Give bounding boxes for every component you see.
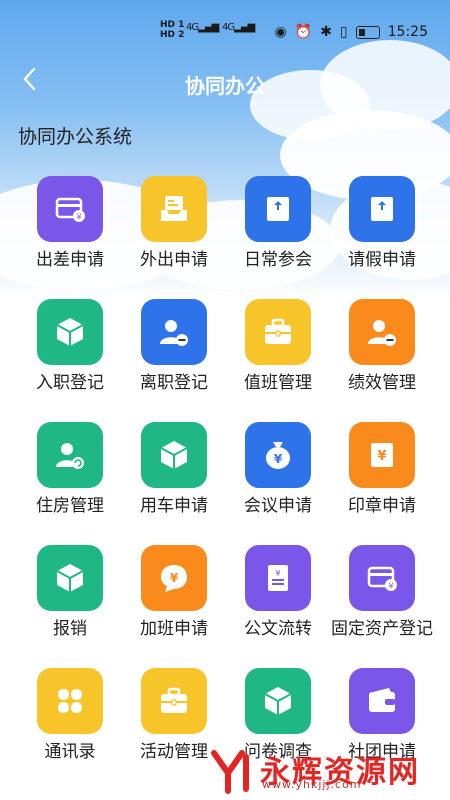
sim-badges: HD 1 HD 2 bbox=[160, 20, 185, 40]
document-yen-icon[interactable]: ¥ bbox=[245, 545, 311, 611]
app-item[interactable]: 用车申请 bbox=[122, 422, 226, 545]
app-item[interactable]: 通讯录 bbox=[18, 668, 122, 791]
vibrate-icon: ▯ bbox=[339, 24, 348, 40]
app-item[interactable]: 值班管理 bbox=[226, 299, 330, 422]
app-item[interactable]: ¥ 印章申请 bbox=[330, 422, 434, 545]
app-item-label: 印章申请 bbox=[348, 496, 416, 516]
upload-box-icon[interactable] bbox=[245, 176, 311, 242]
watermark-url: www.yhkjjj.com bbox=[262, 778, 362, 791]
battery-icon bbox=[355, 25, 380, 39]
app-item-label: 加班申请 bbox=[140, 619, 208, 639]
app-item-label: 请假申请 bbox=[348, 250, 416, 270]
app-item-label: 外出申请 bbox=[140, 250, 208, 270]
svg-text:¥: ¥ bbox=[170, 571, 179, 585]
briefcase-icon[interactable] bbox=[141, 668, 207, 734]
wallet-icon[interactable] bbox=[349, 668, 415, 734]
card-yen-icon[interactable]: ¥ bbox=[349, 545, 415, 611]
yen-box-icon[interactable]: ¥ bbox=[349, 422, 415, 488]
svg-text:¥: ¥ bbox=[274, 452, 283, 466]
app-item[interactable]: ¥ 公文流转 bbox=[226, 545, 330, 668]
svg-text:¥: ¥ bbox=[275, 569, 280, 578]
app-item[interactable]: ¥ 会议申请 bbox=[226, 422, 330, 545]
app-item-label: 日常参会 bbox=[244, 250, 312, 270]
app-item[interactable]: 住房管理 bbox=[18, 422, 122, 545]
app-item[interactable]: ¥ 加班申请 bbox=[122, 545, 226, 668]
app-item-label: 公文流转 bbox=[244, 619, 312, 639]
cube-icon[interactable] bbox=[37, 299, 103, 365]
app-item[interactable]: ¥ 固定资产登记 bbox=[330, 545, 434, 668]
user-minus-icon[interactable] bbox=[141, 299, 207, 365]
app-item-label: 通讯录 bbox=[44, 742, 96, 762]
yen-bubble-icon[interactable]: ¥ bbox=[141, 545, 207, 611]
app-item[interactable]: 入职登记 bbox=[18, 299, 122, 422]
app-item-label: 出差申请 bbox=[36, 250, 104, 270]
bluetooth-icon: ✱ bbox=[320, 24, 332, 40]
clock-time: 15:25 bbox=[387, 24, 428, 40]
app-item-label: 报销 bbox=[53, 619, 87, 639]
eye-icon: ◉ bbox=[274, 24, 287, 40]
upload-box-icon[interactable] bbox=[349, 176, 415, 242]
app-item[interactable]: ¥ 出差申请 bbox=[18, 176, 122, 299]
app-item-label: 会议申请 bbox=[244, 496, 312, 516]
app-grid: ¥ 出差申请 外出申请 日常参会 请假申请入职登记 离职登记 值班管理 绩效管理住房管理 用车申… bbox=[0, 176, 450, 791]
user-refresh-icon[interactable] bbox=[37, 422, 103, 488]
card-yen-icon[interactable]: ¥ bbox=[37, 176, 103, 242]
app-item-label: 离职登记 bbox=[140, 373, 208, 393]
app-item-label: 入职登记 bbox=[36, 373, 104, 393]
signal-icon: 4G▂▄▆ bbox=[186, 22, 219, 33]
alarm-icon: ⏰ bbox=[294, 24, 313, 40]
svg-text:¥: ¥ bbox=[388, 582, 393, 591]
app-item-label: 值班管理 bbox=[244, 373, 312, 393]
inbox-icon[interactable] bbox=[141, 176, 207, 242]
briefcase-icon[interactable] bbox=[245, 299, 311, 365]
cube-icon[interactable] bbox=[37, 545, 103, 611]
watermark-logo-icon bbox=[211, 750, 249, 794]
app-item[interactable]: 报销 bbox=[18, 545, 122, 668]
status-bar: HD 1 HD 2 4G▂▄▆ 4G▂▄▆ ◉ ⏰ ✱ ▯ 15:25 bbox=[0, 0, 450, 62]
app-item-label: 住房管理 bbox=[36, 496, 104, 516]
cube-icon[interactable] bbox=[245, 668, 311, 734]
svg-text:¥: ¥ bbox=[377, 449, 386, 464]
page-title: 协同办公 bbox=[185, 74, 265, 98]
section-title: 协同办公系统 bbox=[18, 126, 133, 148]
app-item[interactable]: 请假申请 bbox=[330, 176, 434, 299]
app-item-label: 固定资产登记 bbox=[331, 619, 433, 639]
svg-text:¥: ¥ bbox=[76, 213, 81, 222]
app-item[interactable]: 日常参会 bbox=[226, 176, 330, 299]
app-item[interactable]: 外出申请 bbox=[122, 176, 226, 299]
money-bag-icon[interactable]: ¥ bbox=[245, 422, 311, 488]
user-minus-icon[interactable] bbox=[349, 299, 415, 365]
app-item[interactable]: 离职登记 bbox=[122, 299, 226, 422]
app-item-label: 绩效管理 bbox=[348, 373, 416, 393]
four-petal-icon[interactable] bbox=[37, 668, 103, 734]
app-item[interactable]: 绩效管理 bbox=[330, 299, 434, 422]
cube-icon[interactable] bbox=[141, 422, 207, 488]
app-item-label: 用车申请 bbox=[140, 496, 208, 516]
signal-icon-2: 4G▂▄▆ bbox=[222, 22, 255, 33]
